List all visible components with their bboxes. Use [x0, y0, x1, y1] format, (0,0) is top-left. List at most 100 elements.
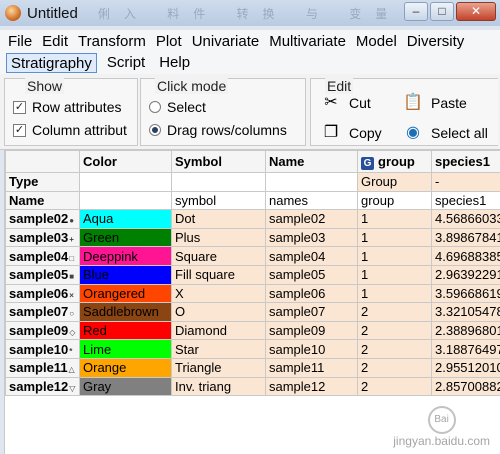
drag-radio[interactable] — [149, 124, 161, 136]
row-attributes-checkbox[interactable]: ✓ — [13, 100, 26, 114]
color-cell[interactable]: Orange — [79, 357, 172, 378]
table-row[interactable]: sample10* Lime Star sample10 2 3.18876497 — [5, 339, 500, 359]
color-cell[interactable]: Gray — [79, 376, 172, 397]
type-cell-name[interactable] — [265, 172, 358, 192]
species1-cell[interactable]: 3.32105478 — [431, 302, 500, 322]
column-header-symbol[interactable]: Symbol — [171, 150, 266, 173]
menu-plot[interactable]: Plot — [156, 33, 182, 50]
group-cell[interactable]: 1 — [357, 264, 432, 285]
name-cell[interactable]: sample03 — [265, 227, 358, 248]
name-cell[interactable]: sample10 — [265, 339, 358, 359]
species1-cell[interactable]: 4.56866033 — [431, 209, 500, 229]
type-cell-species1[interactable]: - — [431, 172, 500, 192]
table-row[interactable]: sample07○ Saddlebrown Osample07 2 3.32105478 — [5, 302, 500, 322]
color-cell[interactable]: Orangered — [79, 283, 172, 304]
table-row[interactable]: sample11△ Orange Triangle sample11 2 2.955120… — [5, 357, 500, 378]
table-row[interactable]: sample02● Aqua Dot sample02 1 4.56866033 — [5, 209, 500, 229]
menu-univariate[interactable]: Univariate — [192, 33, 260, 50]
symbol-cell[interactable]: Star — [171, 339, 266, 359]
table-row[interactable]: sample04□ Deeppink Square sample04 1 4.696883… — [5, 246, 500, 266]
species1-cell[interactable]: 3.59668619 — [431, 283, 500, 304]
group-cell[interactable]: 1 — [357, 283, 432, 304]
select-radio[interactable] — [149, 101, 161, 113]
corner-cell[interactable] — [5, 150, 80, 173]
color-cell[interactable]: Green — [79, 227, 172, 248]
group-cell[interactable]: 1 — [357, 227, 432, 248]
select-mode-option[interactable]: Select — [149, 99, 206, 115]
row-attributes-option[interactable]: ✓ Row attributes — [13, 99, 121, 115]
symbol-cell[interactable]: Diamond — [171, 320, 266, 341]
cut-button[interactable]: ✂ Cut — [321, 93, 371, 113]
name-cell[interactable]: sample02 — [265, 209, 358, 229]
group-cell[interactable]: 2 — [357, 376, 432, 397]
name-cell[interactable]: sample06 — [265, 283, 358, 304]
menu-edit[interactable]: Edit — [42, 33, 68, 50]
color-cell[interactable]: Deeppink — [79, 246, 172, 266]
species1-cell[interactable]: 2.95512010 — [431, 357, 500, 378]
symbol-cell[interactable]: Inv. triang — [171, 376, 266, 397]
color-cell[interactable]: Aqua — [79, 209, 172, 229]
menu-transform[interactable]: Transform — [78, 33, 146, 50]
symbol-cell[interactable]: Square — [171, 246, 266, 266]
menu-stratigraphy[interactable]: Stratigraphy — [6, 53, 97, 73]
symbol-cell[interactable]: X — [171, 283, 266, 304]
species1-cell[interactable]: 2.38896801 — [431, 320, 500, 341]
group-cell[interactable]: 2 — [357, 320, 432, 341]
row-header[interactable]: sample07○ — [5, 302, 80, 322]
table-row[interactable]: sample03+ Green Plus sample03 1 3.89867841 — [5, 227, 500, 248]
row-header[interactable]: sample06× — [5, 283, 80, 304]
menu-model[interactable]: Model — [356, 33, 397, 50]
table-row[interactable]: sample05■ Blue Fill square sample05 1 2.96392… — [5, 264, 500, 285]
name-cell-group[interactable]: group — [357, 190, 432, 211]
group-cell[interactable]: 2 — [357, 357, 432, 378]
column-header-color[interactable]: Color — [79, 150, 172, 173]
row-header[interactable]: sample12▽ — [5, 376, 80, 397]
name-cell-color[interactable] — [79, 190, 172, 211]
table-row[interactable]: sample12▽ Gray Inv. triang sample12 2 2.85700… — [5, 376, 500, 397]
column-attributes-option[interactable]: ✓ Column attribut — [13, 122, 127, 138]
row-header[interactable]: sample04□ — [5, 246, 80, 266]
row-header[interactable]: sample11△ — [5, 357, 80, 378]
name-cell-name[interactable]: names — [265, 190, 358, 211]
symbol-cell[interactable]: Plus — [171, 227, 266, 248]
menu-diversity[interactable]: Diversity — [407, 33, 465, 50]
name-cell[interactable]: sample07 — [265, 302, 358, 322]
row-header[interactable]: sample05■ — [5, 264, 80, 285]
group-cell[interactable]: 1 — [357, 246, 432, 266]
species1-cell[interactable]: 2.85700882 — [431, 376, 500, 397]
column-header-species1[interactable]: species1 — [431, 150, 500, 173]
table-row[interactable]: sample06× Orangered Xsample06 1 3.59668619 — [5, 283, 500, 304]
symbol-cell[interactable]: Triangle — [171, 357, 266, 378]
color-cell[interactable]: Lime — [79, 339, 172, 359]
row-header[interactable]: sample03+ — [5, 227, 80, 248]
symbol-cell[interactable]: Fill square — [171, 264, 266, 285]
group-cell[interactable]: 1 — [357, 209, 432, 229]
column-attributes-checkbox[interactable]: ✓ — [13, 123, 26, 137]
maximize-button[interactable]: □ — [430, 2, 454, 21]
species1-cell[interactable]: 3.18876497 — [431, 339, 500, 359]
name-cell[interactable]: sample04 — [265, 246, 358, 266]
type-row-header[interactable]: Type — [5, 172, 80, 192]
name-cell[interactable]: sample09 — [265, 320, 358, 341]
row-header[interactable]: sample02● — [5, 209, 80, 229]
color-cell[interactable]: Saddlebrown — [79, 302, 172, 322]
symbol-cell[interactable]: O — [171, 302, 266, 322]
name-cell[interactable]: sample11 — [265, 357, 358, 378]
select-all-button[interactable]: ◉ Select all — [403, 123, 488, 143]
group-cell[interactable]: 2 — [357, 302, 432, 322]
group-cell[interactable]: 2 — [357, 339, 432, 359]
copy-button[interactable]: ❐ Copy — [321, 123, 382, 143]
species1-cell[interactable]: 4.69688385 — [431, 246, 500, 266]
table-row[interactable]: sample09◇ Red Diamond sample09 2 2.38896801 — [5, 320, 500, 341]
paste-button[interactable]: 📋 Paste — [403, 93, 467, 113]
row-header[interactable]: sample10* — [5, 339, 80, 359]
type-cell-symbol[interactable] — [171, 172, 266, 192]
drag-mode-option[interactable]: Drag rows/columns — [149, 122, 287, 138]
type-cell-color[interactable] — [79, 172, 172, 192]
menu-file[interactable]: File — [8, 33, 32, 50]
name-cell[interactable]: sample05 — [265, 264, 358, 285]
column-header-name[interactable]: Name — [265, 150, 358, 173]
name-cell[interactable]: sample12 — [265, 376, 358, 397]
name-cell-symbol[interactable]: symbol — [171, 190, 266, 211]
color-cell[interactable]: Blue — [79, 264, 172, 285]
